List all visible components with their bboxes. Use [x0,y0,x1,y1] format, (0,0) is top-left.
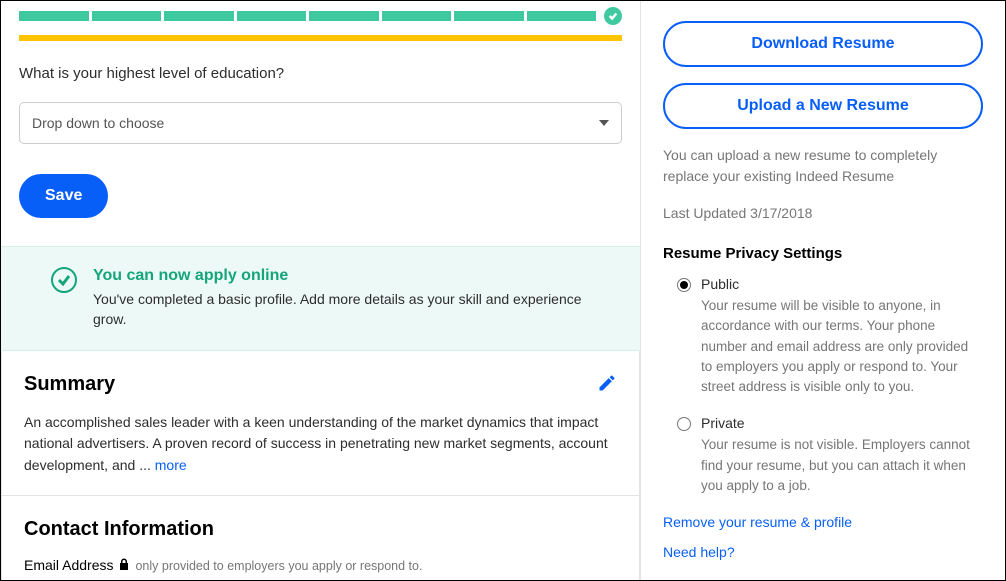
progress-bar [19,7,622,25]
download-resume-button[interactable]: Download Resume [663,21,983,67]
public-label: Public [701,276,739,292]
contact-card: Contact Information Email Address only p… [1,496,640,580]
check-circle-icon [51,267,77,293]
upload-resume-button[interactable]: Upload a New Resume [663,83,983,129]
summary-card: Summary An accomplished sales leader wit… [1,351,640,496]
private-desc: Your resume is not visible. Employers ca… [701,435,981,496]
email-hint: only provided to employers you apply or … [135,559,422,573]
summary-text: An accomplished sales leader with a keen… [24,412,617,477]
success-banner: You can now apply online You've complete… [1,246,640,351]
privacy-heading: Resume Privacy Settings [663,245,983,262]
chevron-down-icon [599,120,609,126]
success-text: You've completed a basic profile. Add mo… [93,289,590,330]
radio-icon [677,278,691,292]
save-button[interactable]: Save [19,174,108,218]
last-updated: Last Updated 3/17/2018 [663,205,983,221]
summary-heading: Summary [24,373,115,396]
privacy-private-option[interactable]: Private [663,415,983,431]
education-question: What is your highest level of education? [19,65,622,82]
need-help-link[interactable]: Need help? [663,544,983,560]
privacy-public-option[interactable]: Public [663,276,983,292]
public-desc: Your resume will be visible to anyone, i… [701,296,981,397]
education-select[interactable]: Drop down to choose [19,102,622,144]
edit-icon[interactable] [597,373,617,393]
success-title: You can now apply online [93,267,590,285]
contact-heading: Contact Information [24,518,617,541]
radio-icon [677,417,691,431]
private-label: Private [701,415,745,431]
more-link[interactable]: more [155,457,187,473]
lock-icon [119,557,129,573]
upload-note: You can upload a new resume to completel… [663,145,983,187]
check-complete-icon [604,7,622,25]
highlight-bar [19,35,622,41]
remove-resume-link[interactable]: Remove your resume & profile [663,514,983,530]
email-label: Email Address [24,557,113,573]
select-placeholder: Drop down to choose [32,115,164,131]
